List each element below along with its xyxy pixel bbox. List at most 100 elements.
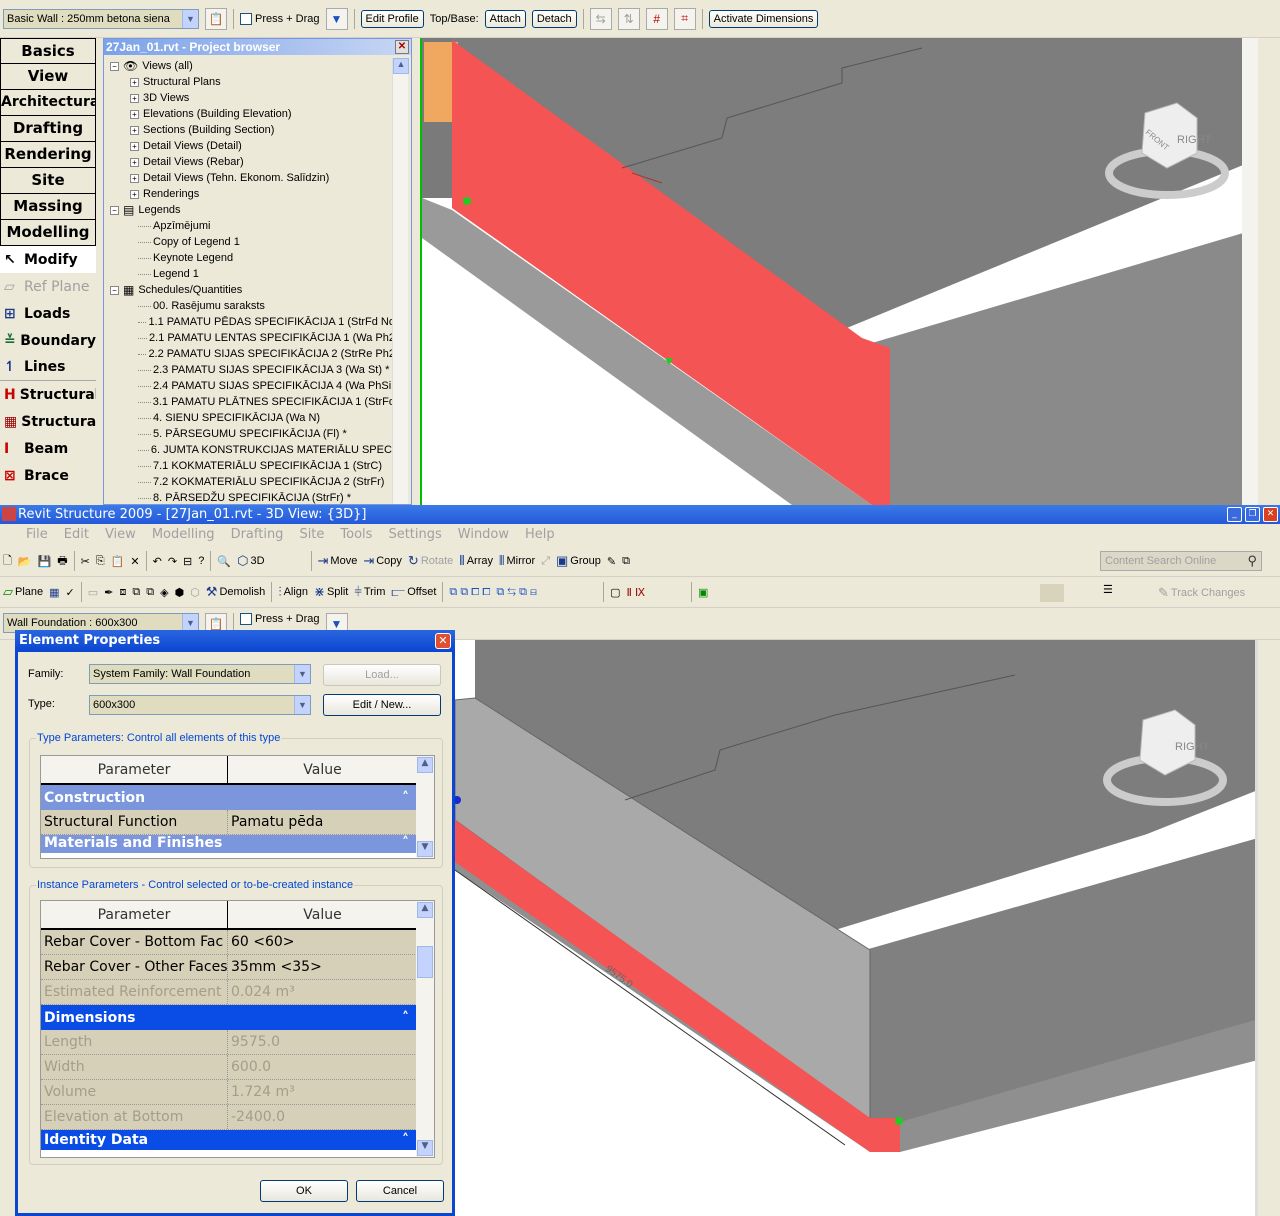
edit-profile-button[interactable]: Edit Profile	[360, 9, 424, 28]
frame-icon[interactable]: ▢	[610, 586, 620, 599]
flip-vertical-icon[interactable]: ⇅	[617, 7, 640, 30]
activate-dimensions-button[interactable]: Activate Dimensions	[708, 9, 819, 28]
tree-schedules-root[interactable]: − ▦ Schedules/Quantities	[110, 282, 395, 298]
press-drag-checkbox[interactable]: Press + Drag	[240, 12, 320, 25]
copy-icon[interactable]: ⎘	[96, 555, 105, 568]
expand-icon[interactable]: +	[130, 77, 139, 87]
group-construction[interactable]: Construction ˄	[41, 785, 417, 810]
paint-icon[interactable]: ▭	[88, 586, 98, 599]
search-icon[interactable]: ⚲	[1247, 553, 1261, 569]
copy-button[interactable]: ⇥ Copy	[363, 553, 402, 569]
close-icon[interactable]: ✕	[435, 633, 451, 649]
menu-edit[interactable]: Edit	[64, 527, 89, 542]
uncut-icon[interactable]: ⬡	[190, 586, 200, 599]
tree-item[interactable]: Copy of Legend 1	[110, 234, 395, 250]
tab-architectural[interactable]: Architectural	[0, 90, 96, 116]
tool-lines[interactable]: ↿ Lines	[0, 354, 96, 381]
expand-icon[interactable]: +	[130, 173, 139, 183]
help-icon[interactable]: ?	[198, 555, 204, 567]
collapse-icon[interactable]: −	[110, 205, 119, 215]
tool-beam[interactable]: I Beam	[0, 435, 96, 462]
tree-item[interactable]: 3.1 PAMATU PLĀTNES SPECIFIKĀCIJA 1 (StrF…	[110, 394, 395, 410]
param-row[interactable]: Length 9575.0	[41, 1030, 417, 1055]
delete-icon[interactable]: ✕	[130, 555, 139, 568]
cancel-button[interactable]: Cancel	[356, 1180, 444, 1202]
new-icon[interactable]: 🗋	[3, 552, 12, 571]
grip-point[interactable]	[895, 1117, 903, 1125]
render-icon[interactable]: ▣	[698, 586, 708, 599]
menu-window[interactable]: Window	[458, 527, 509, 542]
unjoin-icon[interactable]: ⧉	[146, 586, 154, 599]
family-select[interactable]: System Family: Wall Foundation ▼	[89, 664, 311, 684]
mirror-button[interactable]: ⫴ Mirror	[499, 553, 535, 569]
tab-site[interactable]: Site	[0, 168, 96, 194]
tree-item[interactable]: 00. Rasējumu saraksts	[110, 298, 395, 314]
tab-massing[interactable]: Massing	[0, 194, 96, 220]
color-swatch[interactable]	[1040, 584, 1064, 602]
dimension-icon[interactable]: Ⅱ Ⅸ	[626, 586, 645, 599]
menu-settings[interactable]: Settings	[388, 527, 441, 542]
list-icon[interactable]: ☰	[1103, 583, 1113, 596]
viewport-scrollbar[interactable]	[1242, 38, 1258, 505]
chevron-down-icon[interactable]: ▼	[294, 665, 310, 683]
tree-item[interactable]: + Elevations (Building Elevation)	[110, 106, 395, 122]
cut-geometry-icon[interactable]: ⬢	[175, 586, 185, 599]
view-3d-button[interactable]: ⬡ 3D	[237, 553, 264, 569]
split-face-icon[interactable]: ⧈	[119, 586, 126, 599]
print-icon[interactable]: 🖶	[57, 552, 67, 571]
join-icon[interactable]: ⧉	[132, 586, 140, 599]
menu-modelling[interactable]: Modelling	[152, 527, 215, 542]
tool-modify[interactable]: ↖ Modify	[0, 246, 96, 273]
tool-brace[interactable]: ⊠ Brace	[0, 462, 96, 489]
chevron-down-icon[interactable]: ▼	[294, 696, 310, 714]
param-row[interactable]: Rebar Cover - Other Faces 35mm <35>	[41, 955, 417, 980]
align-button[interactable]: ⫶ Align	[278, 584, 308, 600]
tree-item[interactable]: + Renderings	[110, 186, 395, 202]
expand-icon[interactable]: +	[130, 189, 139, 199]
close-icon[interactable]: ✕	[1263, 507, 1278, 522]
spell-icon[interactable]: ✓	[66, 586, 75, 599]
split-button[interactable]: ⋇ Split	[314, 584, 348, 600]
offset-button[interactable]: ⫍ Offset	[391, 584, 436, 600]
tab-drafting[interactable]: Drafting	[0, 116, 96, 142]
scroll-down-icon[interactable]: ▼	[417, 841, 433, 857]
scrollbar[interactable]: ▲ ▼	[416, 901, 434, 1157]
resize-icon[interactable]: ⤢	[541, 555, 550, 568]
chevron-down-icon[interactable]: ▼	[182, 9, 198, 28]
menu-view[interactable]: View	[105, 527, 136, 542]
tree-item[interactable]: 7.2 KOKMATERIĀLU SPECIFIKĀCIJA 2 (StrFr)	[110, 474, 395, 490]
tree-item[interactable]: Keynote Legend	[110, 250, 395, 266]
properties-icon[interactable]: 📋	[205, 7, 227, 30]
param-row[interactable]: Estimated Reinforcement 0.024 m³	[41, 980, 417, 1005]
tree-item[interactable]: Apzīmējumi	[110, 218, 395, 234]
press-drag-checkbox[interactable]: Press + Drag	[240, 613, 320, 625]
tool-ref-plane[interactable]: ▱ Ref Plane	[0, 273, 96, 300]
viewport-3d-bottom[interactable]: 9575.0 RIGHT	[455, 640, 1258, 1216]
attach-button[interactable]: Attach	[484, 9, 526, 28]
filter-icon[interactable]: ▼	[325, 7, 348, 30]
collapse-icon[interactable]: ˄	[402, 1010, 409, 1026]
tool-loads[interactable]: ⊞ Loads	[0, 300, 96, 327]
tree-item[interactable]: + Structural Plans	[110, 74, 395, 90]
ok-button[interactable]: OK	[260, 1180, 348, 1202]
tree-item[interactable]: 8. PĀRSEDŽU SPECIFIKĀCIJA (StrFr) *	[110, 490, 395, 504]
tab-modelling[interactable]: Modelling	[0, 220, 96, 246]
tab-basics[interactable]: Basics	[0, 38, 96, 64]
minimize-icon[interactable]: _	[1227, 507, 1242, 522]
tool-boundary[interactable]: ≚ Boundary	[0, 327, 96, 354]
collapse-icon[interactable]: ˄	[402, 790, 409, 806]
scrollbar[interactable]: ▲ ▼	[416, 756, 434, 858]
param-row[interactable]: Structural Function Pamatu pēda	[41, 810, 417, 835]
restore-icon[interactable]: ❐	[1245, 507, 1260, 522]
link-icon[interactable]: ⧉	[622, 555, 630, 568]
detach-button[interactable]: Detach	[531, 9, 577, 28]
expand-icon[interactable]: +	[130, 141, 139, 151]
tree-item[interactable]: + Detail Views (Tehn. Ekonom. Salīdzin)	[110, 170, 395, 186]
tree-item[interactable]: + Detail Views (Detail)	[110, 138, 395, 154]
rotate-button[interactable]: ↻ Rotate	[408, 553, 453, 569]
scrollbar[interactable]: ▲	[392, 58, 409, 504]
open-icon[interactable]: 📂	[18, 555, 32, 568]
move-button[interactable]: ⇥ Move	[318, 553, 358, 569]
tree-views-root[interactable]: − 👁 Views (all)	[110, 58, 395, 74]
collapse-icon[interactable]: ˄	[402, 1132, 409, 1148]
